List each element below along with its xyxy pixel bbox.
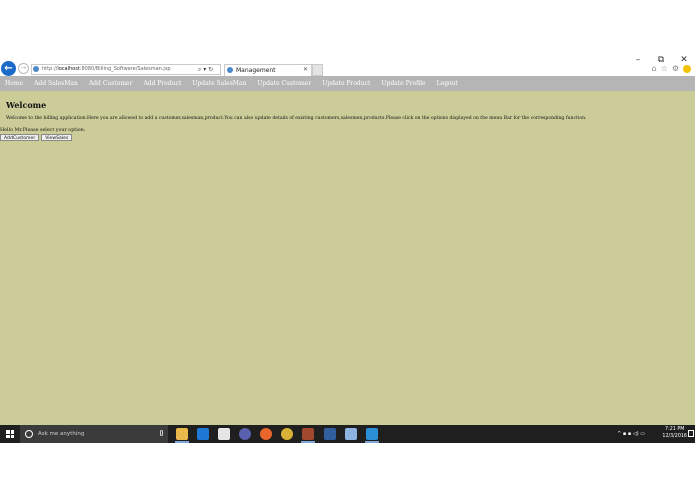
firefox-icon[interactable] <box>260 428 272 440</box>
option-prompt: Hello Mr.Please select your option: <box>0 128 86 133</box>
taskbar-clock[interactable]: 7:21 PM 12/3/2016 <box>662 426 687 440</box>
active-indicator <box>175 441 189 443</box>
nav-update-profile[interactable]: Update Profile <box>381 80 425 87</box>
url-prefix: http:// <box>42 66 58 72</box>
cortana-search-box[interactable]: Ask me anything <box>20 425 168 443</box>
active-indicator <box>301 441 315 443</box>
address-actions[interactable]: ⌕ ▾ ↻ <box>198 64 213 75</box>
forward-button[interactable]: → <box>18 63 29 74</box>
nav-home[interactable]: Home <box>5 80 23 87</box>
nav-add-product[interactable]: Add Product <box>143 80 181 87</box>
windows-logo-icon <box>6 430 14 438</box>
start-button[interactable] <box>0 425 20 443</box>
nav-add-salesman[interactable]: Add SalesMan <box>34 80 78 87</box>
page-favicon-icon <box>33 66 39 72</box>
system-tray[interactable]: ^ ▪ ▪ ◁) ▭ <box>617 425 645 443</box>
internet-explorer-icon[interactable] <box>366 428 378 440</box>
store-icon[interactable] <box>218 428 230 440</box>
settings-gear-icon[interactable]: ⚙ <box>672 63 679 74</box>
url-host: localhost <box>57 66 80 72</box>
app-icon-red[interactable] <box>302 428 314 440</box>
page-content: Welcome Welcome to the billing applicati… <box>0 91 695 425</box>
tab-close-icon[interactable]: ✕ <box>303 64 308 76</box>
cortana-icon <box>25 430 33 438</box>
chrome-icon[interactable] <box>281 428 293 440</box>
nav-update-salesman[interactable]: Update SalesMan <box>192 80 246 87</box>
screen: – ⧉ ✕ ← → http://localhost:8080/Billing_… <box>0 0 695 494</box>
microphone-icon[interactable] <box>160 430 163 436</box>
taskbar: Ask me anything ^ ▪ ▪ ◁) ▭ 7:21 PM 12/3/… <box>0 425 695 443</box>
address-bar[interactable]: http://localhost:8080/Billing_Software/S… <box>31 64 221 75</box>
welcome-text: Welcome to the billing application.Here … <box>6 116 587 121</box>
nav-update-customer[interactable]: Update Customer <box>257 80 311 87</box>
nav-update-product[interactable]: Update Product <box>322 80 370 87</box>
feedback-smiley-icon[interactable] <box>683 65 691 73</box>
back-button[interactable]: ← <box>1 61 16 76</box>
page-title: Welcome <box>6 100 47 110</box>
tab-management[interactable]: Management <box>224 64 312 76</box>
edge-icon[interactable] <box>197 428 209 440</box>
new-tab-button[interactable] <box>312 64 323 76</box>
eclipse-icon[interactable] <box>239 428 251 440</box>
action-center-icon[interactable] <box>688 430 694 437</box>
nav-logout[interactable]: Logout <box>437 80 458 87</box>
option-buttons: AddCustomer ViewSales <box>0 134 73 141</box>
view-sales-button[interactable]: ViewSales <box>41 134 73 141</box>
home-icon[interactable]: ⌂ <box>652 63 657 74</box>
tab-title: Management <box>236 67 276 74</box>
tab-favicon-icon <box>227 67 233 73</box>
nav-add-customer[interactable]: Add Customer <box>89 80 133 87</box>
menu-bar: Home Add SalesMan Add Customer Add Produ… <box>0 76 695 91</box>
url-path: :8080/Billing_Software/Salesman.jsp <box>79 66 171 72</box>
clock-date: 12/3/2016 <box>662 434 687 439</box>
visual-studio-icon[interactable] <box>324 428 336 440</box>
browser-right-icons: ⌂ ☆ ⚙ <box>652 63 691 74</box>
favorites-icon[interactable]: ☆ <box>661 63 668 74</box>
active-indicator <box>365 441 379 443</box>
add-customer-button[interactable]: AddCustomer <box>0 134 40 141</box>
clock-time: 7:21 PM <box>665 427 685 432</box>
browser-toolbar: ← → http://localhost:8080/Billing_Softwa… <box>0 61 695 76</box>
search-placeholder: Ask me anything <box>38 431 85 437</box>
app-icon-blue[interactable] <box>345 428 357 440</box>
file-explorer-icon[interactable] <box>176 428 188 440</box>
